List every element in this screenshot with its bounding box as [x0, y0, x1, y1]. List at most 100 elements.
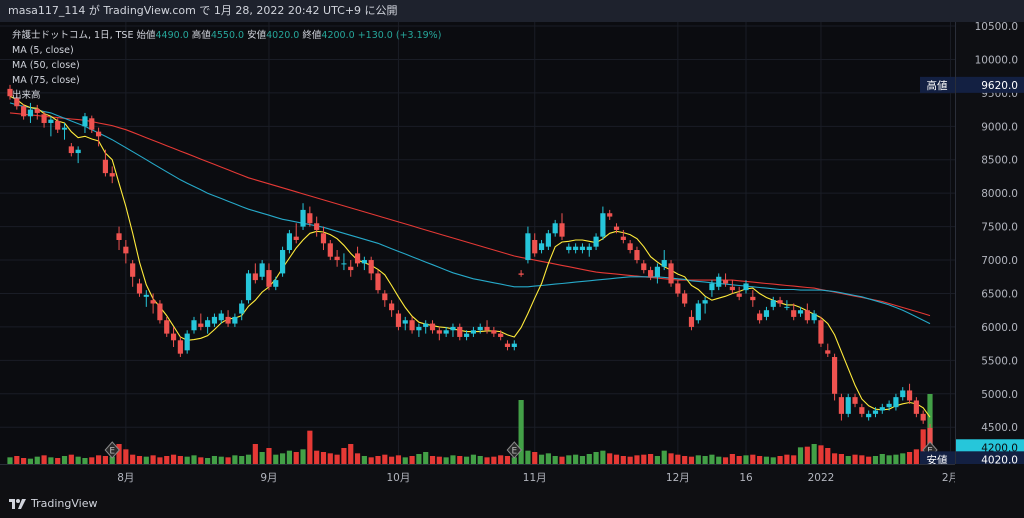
- candle-body: [538, 243, 545, 251]
- candle-body: [198, 323, 204, 327]
- ma5-layer: [9, 95, 931, 418]
- candle-body: [116, 233, 122, 240]
- candle-body: [34, 108, 40, 113]
- volume-bar: [859, 455, 865, 464]
- candle-body: [130, 263, 136, 277]
- volume-bar: [736, 456, 742, 464]
- volume-bar: [423, 452, 429, 464]
- candle-body: [354, 253, 361, 264]
- high-value: 4550.0: [210, 30, 245, 41]
- symbol-name: 弁護士ドットコム, 1日, TSE: [12, 30, 134, 41]
- volume-bar: [354, 453, 361, 464]
- volume-bar: [102, 456, 108, 464]
- volume-bar: [150, 455, 156, 464]
- candle-body: [477, 326, 483, 331]
- volume-bar: [280, 453, 286, 464]
- volume-bar: [900, 453, 906, 464]
- candle-body: [675, 283, 681, 294]
- candle-body: [920, 413, 926, 421]
- legend-ma50[interactable]: MA (50, close): [12, 58, 441, 73]
- volume-bar: [266, 448, 272, 464]
- price-tick-label: 4500.0: [981, 422, 1018, 434]
- volume-bar: [368, 457, 374, 464]
- volume-bar: [879, 454, 885, 464]
- candle-body: [852, 397, 858, 404]
- volume-bars: [7, 394, 933, 464]
- volume-bar: [675, 454, 681, 464]
- candle-body: [695, 303, 701, 321]
- open-label: 始値: [136, 30, 156, 41]
- volume-bar: [389, 456, 395, 464]
- volume-bar: [532, 452, 538, 464]
- candle-body: [443, 330, 449, 334]
- earnings-label: E: [109, 447, 115, 457]
- volume-bar: [14, 456, 20, 464]
- volume-bar: [518, 400, 524, 464]
- candle-body: [784, 306, 790, 308]
- candle-body: [879, 407, 885, 411]
- candle-body: [368, 260, 374, 274]
- candle-body: [845, 397, 851, 414]
- candle-body: [341, 263, 347, 265]
- candle-body: [668, 263, 674, 284]
- time-axis[interactable]: 8月 9月 10月 11月 12月 16 2022 2月: [0, 464, 959, 490]
- volume-bar: [804, 446, 810, 464]
- volume-bar: [273, 454, 279, 464]
- candle-body: [491, 330, 497, 334]
- high-label: 高値: [191, 30, 211, 41]
- volume-bar: [573, 454, 579, 464]
- volume-bar: [906, 452, 913, 464]
- volume-bar: [709, 454, 715, 464]
- legend-symbol-row[interactable]: 弁護士ドットコム, 1日, TSE 始値4490.0 高値4550.0 安値40…: [12, 28, 441, 43]
- price-tick-label: 6500.0: [981, 288, 1018, 300]
- ma50-layer: [9, 102, 931, 325]
- volume-bar: [157, 457, 163, 464]
- volume-bar: [613, 454, 620, 464]
- candle-body: [273, 280, 279, 287]
- price-tick-label: 5000.0: [981, 389, 1018, 401]
- volume-bar: [498, 455, 504, 464]
- legend-ma5[interactable]: MA (5, close): [12, 43, 441, 58]
- volume-bar: [450, 455, 456, 464]
- candle-body: [307, 213, 313, 224]
- legend-volume[interactable]: 出来高: [12, 88, 441, 103]
- volume-bar: [41, 455, 47, 464]
- legend-ma75[interactable]: MA (75, close): [12, 73, 441, 88]
- volume-bar: [402, 457, 408, 464]
- volume-bar: [579, 456, 586, 464]
- earnings-label: E: [511, 447, 517, 457]
- candle-body: [913, 400, 919, 414]
- volume-bar: [559, 456, 565, 464]
- price-tag-value: 4020.0: [981, 454, 1018, 464]
- candle-body: [218, 313, 224, 321]
- candle-body: [136, 283, 143, 294]
- volume-bar: [504, 456, 511, 464]
- time-tick-label: 9月: [260, 472, 277, 484]
- candle-body: [525, 233, 531, 261]
- volume-bar: [34, 456, 40, 464]
- volume-bar: [429, 456, 436, 464]
- candle-body: [825, 350, 831, 354]
- candle-body: [245, 273, 252, 301]
- price-tick-label: 8000.0: [981, 188, 1018, 200]
- volume-bar: [600, 450, 606, 464]
- volume-bar: [164, 456, 170, 464]
- volume-bar: [232, 455, 238, 464]
- volume-bar: [607, 453, 613, 464]
- volume-bar: [825, 448, 831, 464]
- volume-bar: [68, 454, 74, 464]
- candle-body: [579, 246, 586, 251]
- volume-bar: [866, 456, 872, 464]
- price-axis[interactable]: 4500.0 5000.0 5500.0 6000.0 6500.0 7000.0 7500…: [921, 21, 1024, 468]
- candle-body: [334, 256, 340, 261]
- time-axis-svg: 8月 9月 10月 11月 12月 16 2022 2月: [117, 472, 959, 484]
- volume-bar: [75, 456, 81, 464]
- candle-body: [661, 260, 667, 267]
- candle-body: [232, 316, 238, 324]
- candle-body: [832, 357, 838, 394]
- candle-body: [402, 320, 408, 324]
- candle-body: [573, 246, 579, 251]
- low-label: 安値: [247, 30, 267, 41]
- candle-body: [641, 263, 647, 271]
- price-tick-label: 10500.0: [975, 22, 1018, 33]
